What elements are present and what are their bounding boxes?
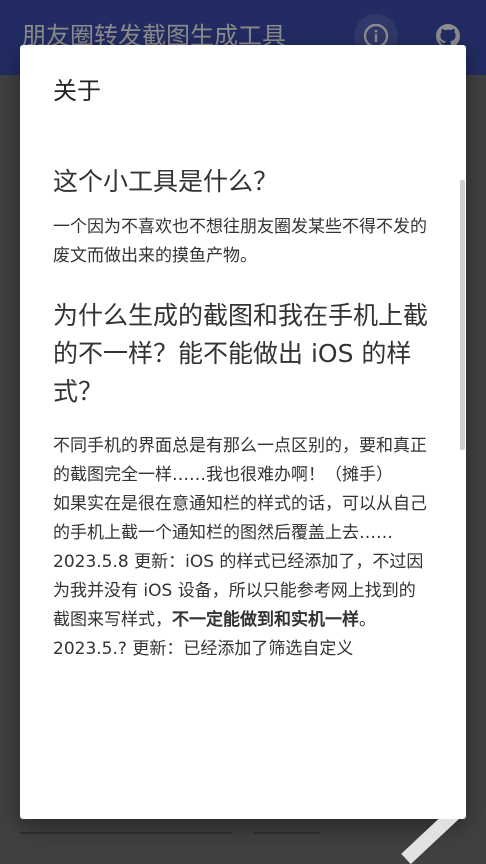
faq-question: 为什么生成的截图和我在手机上截的不一样？能不能做出 iOS 的样式？ <box>53 301 428 406</box>
faq-answer: 一个因为不喜欢也不想往朋友圈发某些不得不发的废文而做出来的摸鱼产物。 <box>53 217 427 266</box>
dialog-title: 关于 <box>53 77 101 105</box>
scrollbar[interactable] <box>460 180 465 450</box>
faq-answer-line: 如果实在是很在意通知栏的样式的话，可以从自己的手机上截一个通知栏的图然后覆盖上去… <box>53 494 427 543</box>
update-suffix: 。 <box>359 610 376 630</box>
faq-answer-line: 不同手机的界面总是有那么一点区别的，要和真正的截图完全一样……我也很难办啊！（摊… <box>53 436 427 485</box>
about-dialog: 关于 这个小工具是什么？ 一个因为不喜欢也不想往朋友圈发某些不得不发的废文而做出… <box>20 45 466 819</box>
faq-update-cutoff: 2023.5.? 更新：已经添加了筛选自定义 <box>53 639 354 659</box>
faq-update-note: 2023.5.8 更新：iOS 的样式已经添加了，不过因为我并没有 iOS 设备… <box>53 548 428 635</box>
dialog-content[interactable]: 这个小工具是什么？ 一个因为不喜欢也不想往朋友圈发某些不得不发的废文而做出来的摸… <box>53 163 428 797</box>
faq-question: 这个小工具是什么？ <box>53 167 279 196</box>
watermark-chevron-icon <box>401 763 465 864</box>
update-emphasis: 不一定能做到和实机一样 <box>172 610 359 630</box>
